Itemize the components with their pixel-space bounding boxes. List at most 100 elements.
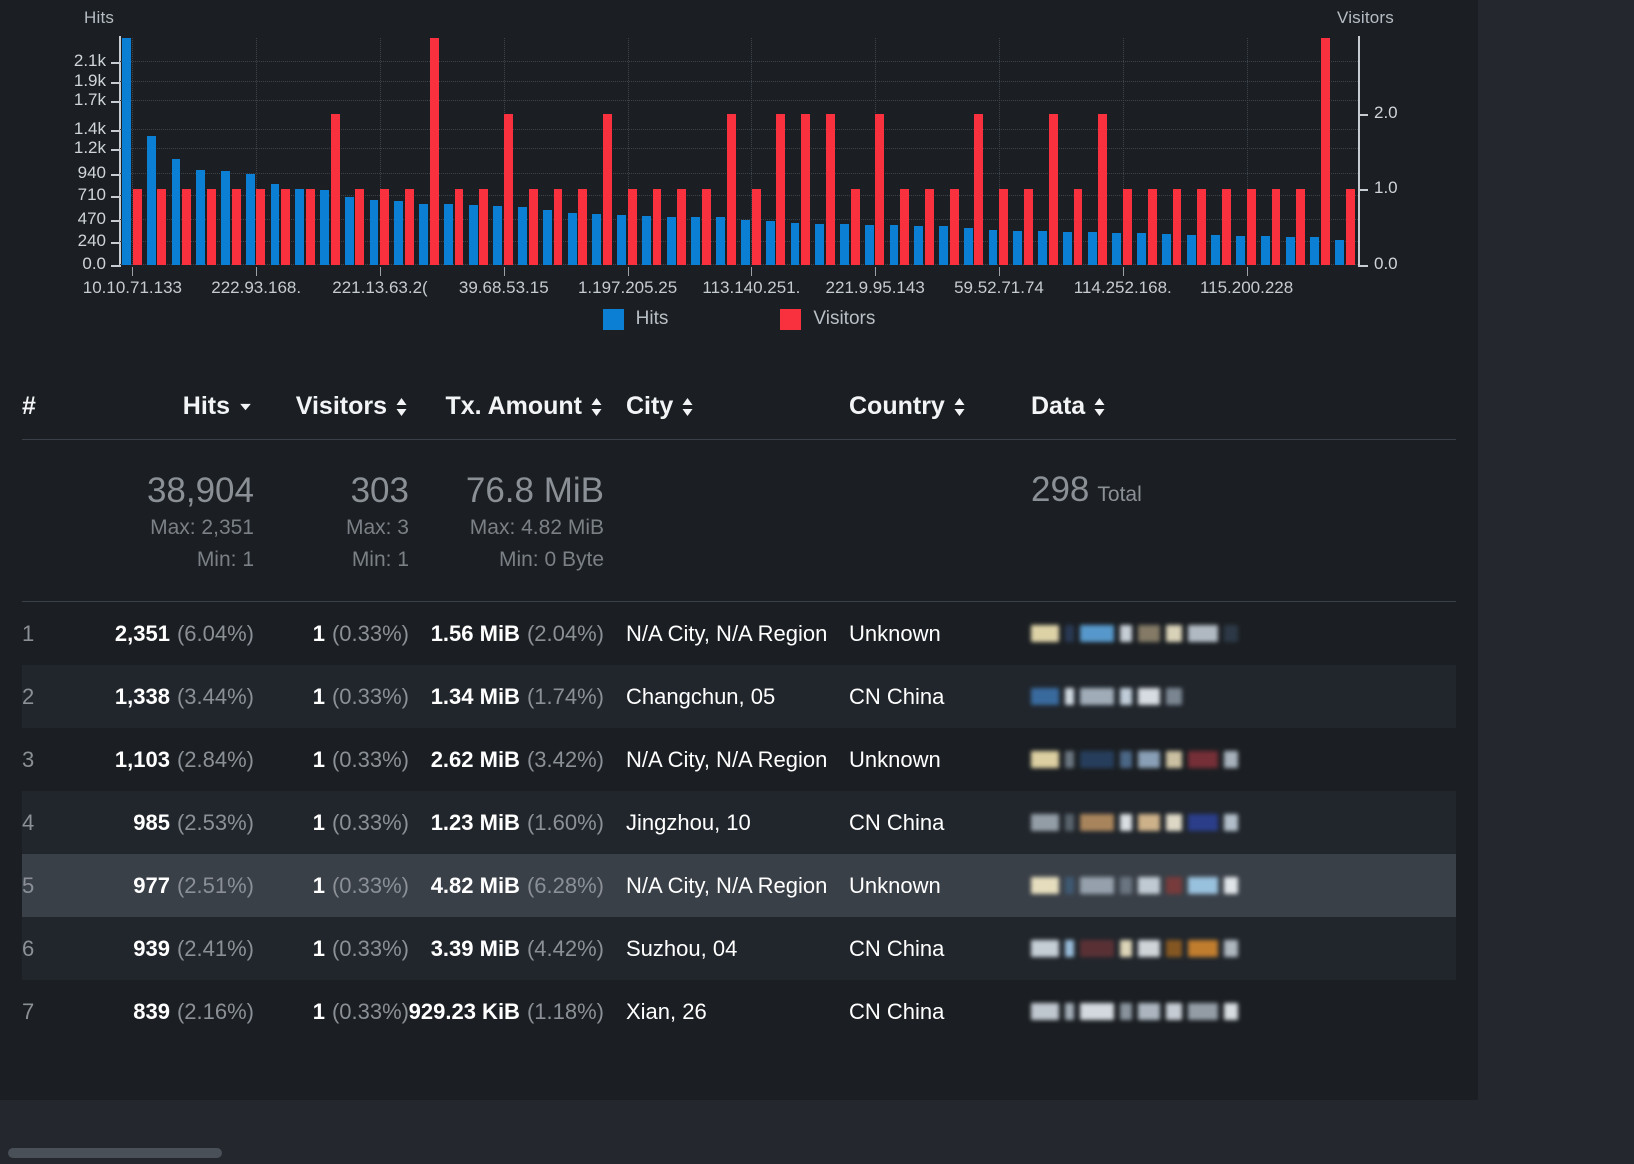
chart-bar-visitors[interactable]	[404, 189, 414, 265]
table-row[interactable]: 6 939 (2.41%) 1 (0.33%) 3.39 MiB (4.42%) Suz…	[22, 917, 1456, 980]
chart-bar-visitors[interactable]	[1271, 189, 1281, 265]
chart-bar-visitors[interactable]	[1048, 113, 1058, 265]
chart-bar-hits[interactable]	[270, 184, 280, 265]
column-header-tx-amount[interactable]: Tx. Amount	[409, 392, 604, 421]
chart-bar-visitors[interactable]	[1123, 189, 1132, 265]
chart-bar-visitors[interactable]	[1147, 189, 1157, 265]
chart-bar-hits[interactable]	[1260, 236, 1270, 265]
chart-bar-hits[interactable]	[320, 190, 329, 265]
chart-bar-hits[interactable]	[716, 217, 726, 265]
chart-bar-visitors[interactable]	[578, 189, 588, 265]
chart-bar-visitors[interactable]	[1073, 189, 1083, 265]
chart-bar-visitors[interactable]	[1023, 189, 1033, 265]
chart-bar-visitors[interactable]	[949, 189, 959, 265]
chart-bar-visitors[interactable]	[355, 189, 365, 265]
chart-bar-visitors[interactable]	[751, 189, 761, 265]
chart-bar-visitors[interactable]	[776, 113, 786, 265]
chart-bar-visitors[interactable]	[528, 189, 538, 265]
table-row[interactable]: 5 977 (2.51%) 1 (0.33%) 4.82 MiB (6.28%) N/A…	[22, 854, 1456, 917]
chart-bar-hits[interactable]	[1112, 232, 1122, 265]
chart-bar-hits[interactable]	[221, 170, 230, 265]
chart-bar-visitors[interactable]	[157, 189, 167, 265]
chart-bar-hits[interactable]	[740, 219, 750, 265]
chart-bar-hits[interactable]	[542, 210, 552, 265]
chart-bar-hits[interactable]	[567, 212, 577, 265]
chart-bar-visitors[interactable]	[1222, 189, 1231, 265]
chart-bar-visitors[interactable]	[231, 189, 241, 265]
chart-bar-hits[interactable]	[1087, 232, 1097, 265]
chart-bar-hits[interactable]	[1062, 231, 1072, 265]
chart-bar-hits[interactable]	[592, 213, 602, 265]
chart-bar-hits[interactable]	[1310, 237, 1320, 265]
chart-bar-hits[interactable]	[369, 200, 379, 265]
chart-bar-hits[interactable]	[691, 216, 701, 265]
chart-bar-visitors[interactable]	[256, 189, 266, 265]
chart-bar-visitors[interactable]	[429, 38, 439, 265]
sort-desc-icon[interactable]	[237, 398, 254, 415]
horizontal-scrollbar[interactable]	[8, 1148, 222, 1158]
chart-bar-hits[interactable]	[295, 188, 305, 265]
chart-bar-hits[interactable]	[344, 197, 354, 265]
column-header-city[interactable]: City	[604, 392, 849, 421]
chart-bar-visitors[interactable]	[206, 189, 216, 265]
chart-bar-visitors[interactable]	[850, 189, 860, 265]
chart-bar-hits[interactable]	[121, 38, 131, 265]
chart-bar-visitors[interactable]	[305, 189, 315, 265]
column-header-data[interactable]: Data	[1009, 392, 1456, 421]
chart-bar-visitors[interactable]	[1296, 189, 1306, 265]
chart-bar-visitors[interactable]	[380, 189, 390, 265]
chart-bar-visitors[interactable]	[924, 189, 934, 265]
chart-bar-visitors[interactable]	[801, 113, 811, 265]
chart-bar-visitors[interactable]	[330, 113, 340, 265]
chart-bar-hits[interactable]	[419, 203, 428, 265]
chart-bar-visitors[interactable]	[974, 113, 984, 265]
chart-bar-visitors[interactable]	[726, 113, 736, 265]
sort-both-icon[interactable]	[1092, 396, 1107, 418]
legend-item-visitors[interactable]: Visitors	[780, 308, 875, 330]
chart-bar-hits[interactable]	[1013, 230, 1023, 265]
chart-bar-hits[interactable]	[171, 158, 181, 265]
column-header-rank[interactable]: #	[22, 392, 74, 421]
table-row[interactable]: 3 1,103 (2.84%) 1 (0.33%) 2.62 MiB (3.42%) N…	[22, 728, 1456, 791]
column-header-country[interactable]: Country	[849, 392, 1009, 421]
chart-bar-visitors[interactable]	[504, 113, 513, 265]
chart-bar-visitors[interactable]	[677, 189, 687, 265]
chart-bar-visitors[interactable]	[1246, 189, 1256, 265]
chart-bar-hits[interactable]	[443, 203, 453, 265]
column-header-hits[interactable]: Hits	[74, 392, 254, 421]
chart-bar-hits[interactable]	[518, 207, 528, 265]
chart-bar-hits[interactable]	[196, 169, 206, 265]
chart-bar-visitors[interactable]	[1345, 189, 1355, 265]
chart-bar-hits[interactable]	[765, 221, 775, 265]
chart-bar-visitors[interactable]	[702, 189, 711, 265]
chart-bar-visitors[interactable]	[1098, 113, 1108, 265]
chart-bar-visitors[interactable]	[603, 113, 612, 265]
hosts-bar-chart[interactable]: Hits Visitors 0.0 240 470 710 940 1.2k 1.4k 1.7…	[0, 0, 1478, 348]
chart-bar-visitors[interactable]	[825, 113, 835, 265]
table-row[interactable]: 4 985 (2.53%) 1 (0.33%) 1.23 MiB (1.60%) Jin…	[22, 791, 1456, 854]
chart-bar-hits[interactable]	[889, 225, 899, 265]
chart-bar-hits[interactable]	[1335, 239, 1345, 265]
chart-bar-visitors[interactable]	[1197, 189, 1207, 265]
chart-bar-visitors[interactable]	[875, 113, 885, 265]
chart-bar-visitors[interactable]	[132, 189, 142, 265]
chart-bar-visitors[interactable]	[627, 189, 637, 265]
chart-bar-visitors[interactable]	[1321, 38, 1330, 265]
chart-bar-hits[interactable]	[1211, 235, 1221, 265]
chart-bar-hits[interactable]	[146, 135, 156, 265]
chart-bar-hits[interactable]	[617, 214, 627, 265]
chart-bar-hits[interactable]	[988, 229, 998, 265]
chart-bar-hits[interactable]	[790, 223, 800, 265]
chart-bar-hits[interactable]	[963, 228, 973, 265]
chart-bar-hits[interactable]	[468, 205, 478, 265]
sort-both-icon[interactable]	[952, 396, 967, 418]
table-row[interactable]: 1 2,351 (6.04%) 1 (0.33%) 1.56 MiB (2.04%) N…	[22, 602, 1456, 665]
chart-bar-hits[interactable]	[1137, 233, 1147, 265]
chart-bar-hits[interactable]	[939, 226, 948, 265]
chart-bar-visitors[interactable]	[454, 189, 464, 265]
column-header-visitors[interactable]: Visitors	[254, 392, 409, 421]
chart-bar-hits[interactable]	[493, 206, 503, 265]
chart-bar-hits[interactable]	[641, 216, 651, 265]
sort-both-icon[interactable]	[680, 396, 695, 418]
chart-bar-hits[interactable]	[245, 174, 255, 265]
